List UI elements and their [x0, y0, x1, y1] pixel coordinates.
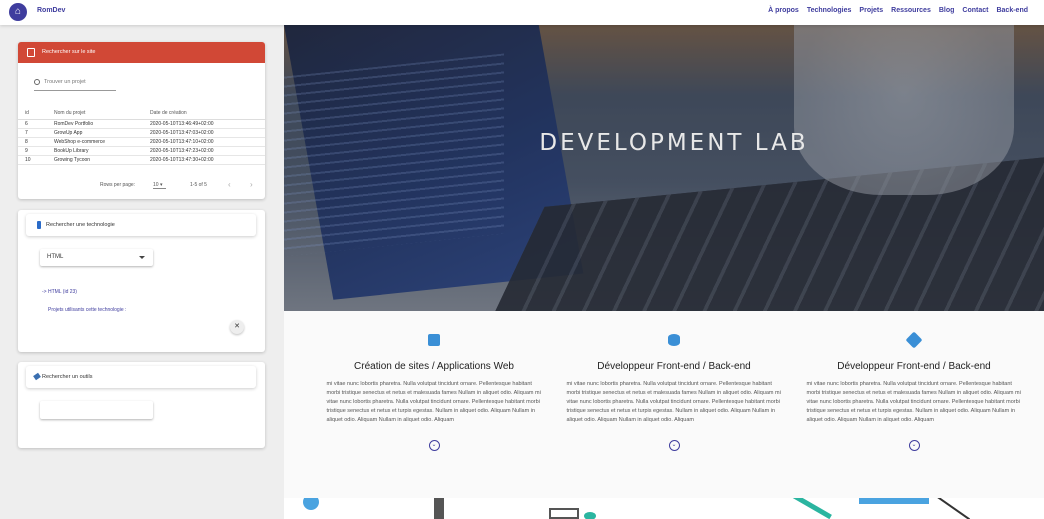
cube-icon — [428, 334, 440, 346]
site-search-header: Rechercher sur le site — [18, 42, 265, 63]
search-page-icon — [27, 48, 35, 57]
tech-projects-link[interactable]: Projets utilisants cette technologie : — [48, 307, 126, 313]
illustration-shape — [549, 508, 579, 519]
cell-date: 2020-05-10T13:47:10+02:00 — [150, 137, 265, 147]
tech-search-title: Rechercher une technologie — [46, 222, 115, 228]
feature-text: mi vitae nunc lobortis pharetra. Nulla v… — [806, 381, 1021, 423]
cell-name: RomDev Portfolio — [54, 119, 150, 129]
projects-table: id Nom du projet Date de création 6 RomDe… — [18, 107, 265, 165]
top-app-bar: ⌂ RomDev À propos Technologies Projets R… — [0, 0, 1044, 25]
features-section: Création de sites / Applications Web mi … — [284, 311, 1044, 498]
illustration-shape — [584, 512, 596, 519]
nav-technologies[interactable]: Technologies — [807, 7, 852, 14]
nav-backend[interactable]: Back-end — [996, 7, 1028, 14]
technology-select[interactable]: HTML — [40, 249, 153, 266]
database-icon — [668, 334, 680, 346]
project-search-input[interactable]: Trouver un projet — [34, 79, 116, 91]
col-name[interactable]: Nom du projet — [54, 107, 150, 120]
chevron-down-circle-icon[interactable]: ⌄ — [908, 440, 920, 451]
table-row[interactable]: 7 GrowUp App 2020-05-10T13:47:03+02:00 — [18, 128, 265, 138]
hero-banner: DEVELOPMENT LAB — [284, 25, 1044, 311]
illustration-shape — [434, 498, 444, 519]
nav-contact[interactable]: Contact — [962, 7, 988, 14]
cell-name: WebShop e-commerce — [54, 137, 150, 147]
table-row[interactable]: 10 Growing Tycoon 2020-05-10T13:47:30+02:0… — [18, 155, 265, 165]
cell-id: 8 — [18, 137, 54, 147]
cell-id: 6 — [18, 119, 54, 129]
feature-title: Développeur Front-end / Back-end — [597, 361, 751, 372]
tech-search-card: Rechercher une technologie — [18, 210, 265, 352]
hero-title: DEVELOPMENT LAB — [539, 130, 809, 156]
col-id[interactable]: id — [18, 107, 54, 120]
cell-name: BookUp Library — [54, 146, 150, 156]
feature-card: Création de sites / Applications Web mi … — [319, 311, 549, 451]
home-icon[interactable]: ⌂ — [9, 3, 27, 21]
chevron-down-circle-icon[interactable]: ⌄ — [668, 440, 680, 451]
tools-search-input[interactable] — [40, 401, 153, 419]
nav-about[interactable]: À propos — [768, 7, 799, 14]
table-header-row: id Nom du projet Date de création — [18, 107, 265, 120]
search-icon — [34, 79, 40, 85]
rows-per-page-value: 10 — [153, 182, 159, 188]
cell-date: 2020-05-10T13:46:49+02:00 — [150, 119, 265, 129]
page-range: 1-5 of 5 — [190, 182, 207, 188]
feature-title: Développeur Front-end / Back-end — [837, 361, 991, 372]
illustration-shape — [786, 498, 832, 519]
feature-text: mi vitae nunc lobortis pharetra. Nulla v… — [566, 381, 781, 423]
cell-date: 2020-05-10T13:47:30+02:00 — [150, 155, 265, 165]
nav-projects[interactable]: Projets — [859, 7, 883, 14]
prev-page-icon[interactable]: ‹ — [228, 180, 231, 189]
tools-search-header: Rechercher un outils — [26, 366, 256, 388]
table-row[interactable]: 8 WebShop e-commerce 2020-05-10T13:47:10+0… — [18, 137, 265, 147]
feature-text: mi vitae nunc lobortis pharetra. Nulla v… — [326, 381, 541, 423]
nav-resources[interactable]: Ressources — [891, 7, 931, 14]
illustration-shape — [859, 498, 929, 504]
rows-per-page-label: Rows per page: — [100, 182, 136, 188]
illustration-shape — [303, 498, 319, 510]
close-icon[interactable]: ✕ — [230, 320, 244, 334]
rows-per-page-select[interactable]: 10 ▾ — [153, 182, 167, 189]
tools-search-title: Rechercher un outils — [42, 374, 93, 380]
tech-result-link[interactable]: -> HTML (id 23) — [42, 289, 77, 295]
search-placeholder: Trouver un projet — [44, 79, 86, 85]
cell-date: 2020-05-10T13:47:03+02:00 — [150, 128, 265, 138]
tech-search-header: Rechercher une technologie — [26, 214, 256, 236]
feature-card: Développeur Front-end / Back-end mi vita… — [559, 311, 789, 451]
cell-name: Growing Tycoon — [54, 155, 150, 165]
cell-id: 9 — [18, 146, 54, 156]
main-nav: À propos Technologies Projets Ressources… — [760, 7, 1028, 14]
technology-select-value: HTML — [47, 254, 64, 260]
table-row[interactable]: 9 BookUp Library 2020-05-10T13:47:23+02:00 — [18, 146, 265, 156]
cell-id: 7 — [18, 128, 54, 138]
cell-id: 10 — [18, 155, 54, 165]
illustration-shape — [927, 498, 971, 519]
chevron-down-icon — [139, 256, 145, 262]
next-page-icon[interactable]: › — [250, 180, 253, 189]
table-row[interactable]: 6 RomDev Portfolio 2020-05-10T13:46:49+02:… — [18, 119, 265, 129]
feature-title: Création de sites / Applications Web — [354, 361, 514, 372]
box-icon — [905, 331, 923, 349]
brand-name[interactable]: RomDev — [37, 7, 65, 14]
col-date[interactable]: Date de création — [150, 107, 265, 120]
site-search-title: Rechercher sur le site — [42, 49, 96, 55]
pin-icon — [37, 221, 41, 229]
wrench-icon — [33, 372, 41, 381]
chevron-down-circle-icon[interactable]: ⌄ — [428, 440, 440, 451]
cell-date: 2020-05-10T13:47:23+02:00 — [150, 146, 265, 156]
illustration-strip — [284, 498, 1044, 519]
cell-name: GrowUp App — [54, 128, 150, 138]
nav-blog[interactable]: Blog — [939, 7, 955, 14]
hero-overlay — [284, 25, 1044, 311]
feature-card: Développeur Front-end / Back-end mi vita… — [799, 311, 1029, 451]
